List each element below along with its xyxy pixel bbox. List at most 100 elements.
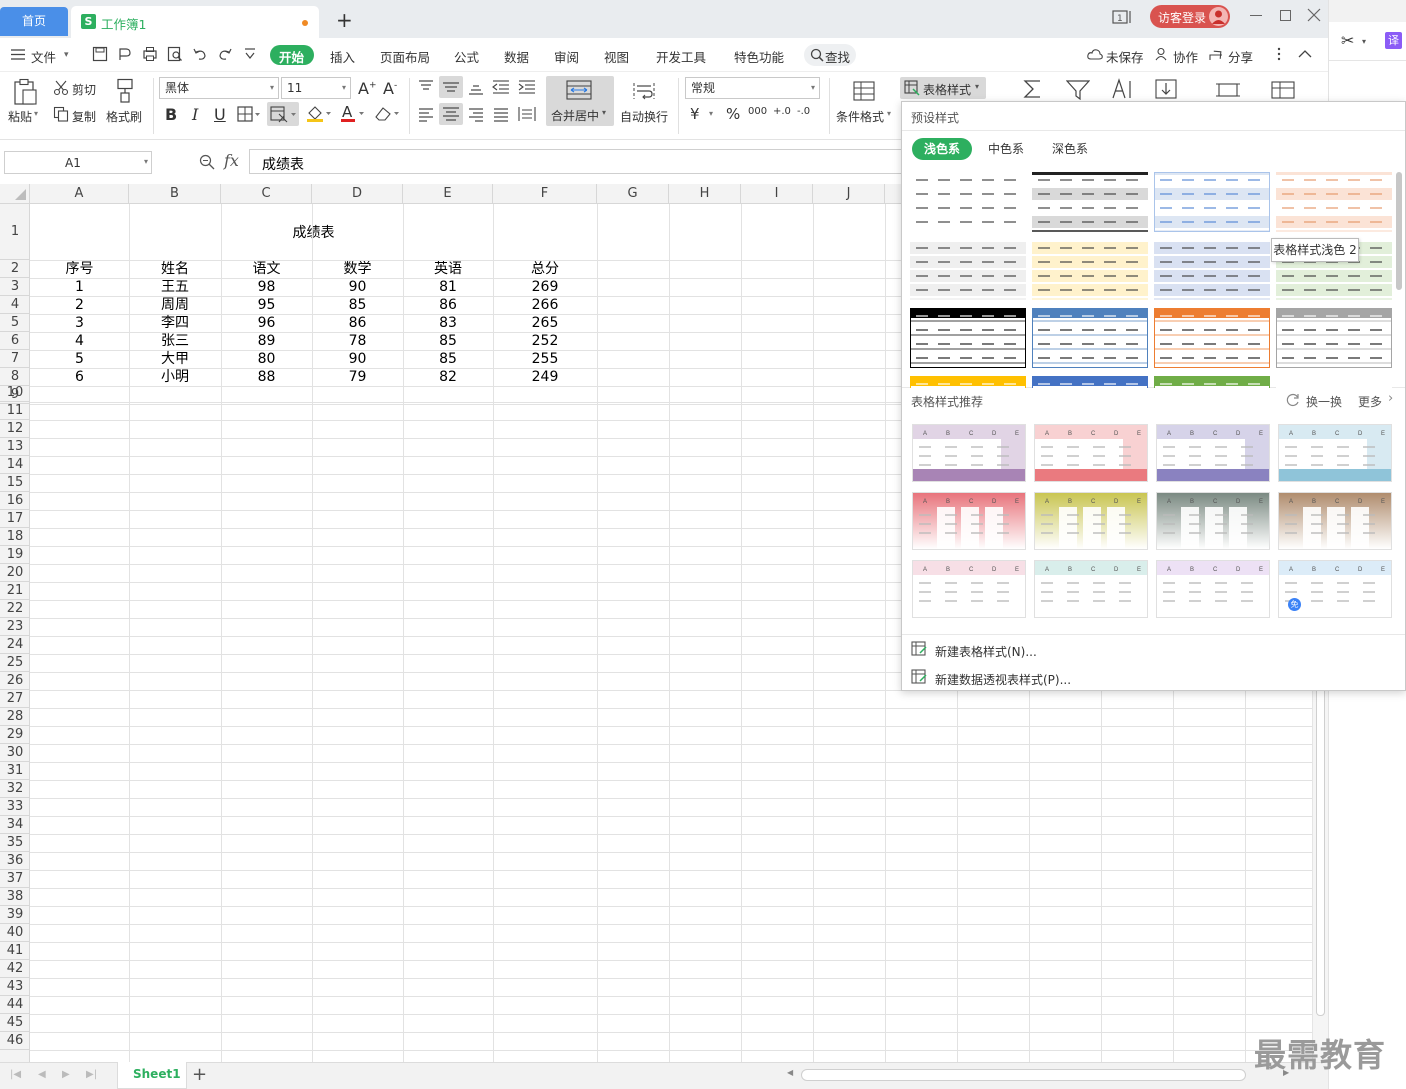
paste-button[interactable]: 粘贴 <box>8 108 32 125</box>
increase-font-icon[interactable]: A+ <box>358 79 377 98</box>
cell-english[interactable]: 85 <box>403 332 493 350</box>
new-table-style-icon[interactable] <box>911 641 927 657</box>
quick-access-more-icon[interactable] <box>244 47 256 61</box>
menu-formulas[interactable]: 公式 <box>454 47 479 66</box>
currency-format-button[interactable]: ¥ <box>690 105 700 123</box>
horizontal-scrollbar[interactable]: ◀ ▶ <box>785 1067 1305 1083</box>
borders-icon[interactable] <box>237 106 261 122</box>
cell-name[interactable]: 张三 <box>129 332 221 350</box>
column-header-b[interactable]: B <box>129 184 221 204</box>
column-header-d[interactable]: D <box>312 184 403 204</box>
row-header[interactable]: 40 <box>0 924 30 942</box>
row-header[interactable]: 5 <box>0 314 30 332</box>
scroll-left-icon[interactable]: ◀ <box>787 1068 793 1077</box>
row-header[interactable]: 4 <box>0 296 30 314</box>
row-header[interactable]: 37 <box>0 870 30 888</box>
document-tab[interactable]: S 工作簿1 <box>71 6 319 38</box>
collaborate-icon[interactable] <box>1155 47 1169 61</box>
add-sheet-button[interactable]: + <box>192 1064 207 1085</box>
preset-scrollbar[interactable] <box>1396 172 1402 290</box>
cell-math[interactable]: 90 <box>312 278 403 296</box>
preset-style-swatch[interactable] <box>910 172 1026 232</box>
increase-decimal-button[interactable]: +.0 <box>773 106 791 117</box>
row-header[interactable]: 14 <box>0 456 30 474</box>
row-header[interactable]: 13 <box>0 438 30 456</box>
preset-style-swatch[interactable] <box>1154 172 1270 232</box>
font-color-icon[interactable]: A <box>340 104 366 123</box>
row-header[interactable]: 24 <box>0 636 30 654</box>
formula-input[interactable]: 成绩表 <box>249 149 909 174</box>
table-style-format-icon[interactable] <box>267 102 299 126</box>
paste-icon[interactable] <box>12 78 38 106</box>
currency-chevron-icon[interactable]: ▾ <box>709 109 713 118</box>
row-header[interactable]: 30 <box>0 744 30 762</box>
copy-icon[interactable] <box>53 106 69 122</box>
row-header[interactable]: 2 <box>0 260 30 278</box>
cell-name[interactable]: 大甲 <box>129 350 221 368</box>
column-header-e[interactable]: E <box>403 184 493 204</box>
preset-style-swatch[interactable] <box>1154 376 1270 388</box>
column-header-h[interactable]: H <box>669 184 741 204</box>
header-cell-english[interactable]: 英语 <box>403 260 493 278</box>
sheet-tab-sheet1[interactable]: Sheet1 <box>117 1062 187 1089</box>
name-box-chevron-icon[interactable]: ▾ <box>144 157 148 166</box>
merge-center-button[interactable]: 合并居中 ▾ <box>546 76 614 126</box>
row-header[interactable]: 10 <box>0 384 30 402</box>
align-middle-icon[interactable] <box>439 76 463 98</box>
cell-math[interactable]: 90 <box>312 350 403 368</box>
wrap-text-icon[interactable] <box>631 80 657 102</box>
file-menu-chevron-icon[interactable]: ▾ <box>64 50 69 60</box>
row-header[interactable]: 23 <box>0 618 30 636</box>
tab-medium-styles[interactable]: 中色系 <box>978 138 1034 160</box>
column-header-a[interactable]: A <box>30 184 129 204</box>
recommended-style-card[interactable]: A B C D E <box>1278 424 1392 482</box>
increase-indent-icon[interactable] <box>518 80 536 94</box>
translate-button[interactable]: 译 <box>1385 32 1402 49</box>
sort-icon[interactable] <box>1110 78 1134 100</box>
decrease-indent-icon[interactable] <box>492 80 510 94</box>
row-header[interactable]: 17 <box>0 510 30 528</box>
menu-page-layout[interactable]: 页面布局 <box>380 47 430 66</box>
row-header[interactable]: 32 <box>0 780 30 798</box>
header-cell-chinese[interactable]: 语文 <box>221 260 312 278</box>
format-cells-icon[interactable] <box>1215 80 1241 100</box>
cell-name[interactable]: 李四 <box>129 314 221 332</box>
row-header[interactable]: 16 <box>0 492 30 510</box>
cell-chinese[interactable]: 88 <box>221 368 312 386</box>
sheet-title-cell[interactable]: 成绩表 <box>30 224 597 242</box>
menu-data[interactable]: 数据 <box>504 47 529 66</box>
recommended-style-card[interactable]: A B C D E <box>1278 492 1392 550</box>
cell-math[interactable]: 85 <box>312 296 403 314</box>
row-header[interactable]: 34 <box>0 816 30 834</box>
recommended-style-card[interactable]: A B C D E <box>1156 492 1270 550</box>
preset-style-swatch[interactable] <box>1032 172 1148 232</box>
cell-english[interactable]: 83 <box>403 314 493 332</box>
tab-dark-styles[interactable]: 深色系 <box>1042 138 1098 160</box>
collapse-ribbon-chevron-up-icon[interactable] <box>1298 49 1312 58</box>
preset-style-swatch[interactable] <box>1154 308 1270 368</box>
cell-name[interactable]: 小明 <box>129 368 221 386</box>
insert-function-fx-icon[interactable]: fx <box>224 151 239 170</box>
cell-name[interactable]: 周周 <box>129 296 221 314</box>
cell-seq[interactable]: 1 <box>30 278 129 296</box>
row-header[interactable]: 3 <box>0 278 30 296</box>
preset-style-swatch[interactable] <box>1032 376 1148 388</box>
cell-chinese[interactable]: 98 <box>221 278 312 296</box>
preset-style-swatch[interactable] <box>1276 376 1392 388</box>
last-sheet-icon[interactable]: ▶| <box>86 1069 97 1080</box>
row-header[interactable]: 45 <box>0 1014 30 1032</box>
more-chevron-right-icon[interactable]: › <box>1388 391 1393 406</box>
cut-button[interactable]: 剪切 <box>72 81 96 98</box>
row-header[interactable]: 44 <box>0 996 30 1014</box>
cell-total[interactable]: 265 <box>493 314 597 332</box>
redo-icon[interactable] <box>217 46 233 62</box>
cell-total[interactable]: 249 <box>493 368 597 386</box>
preset-style-swatch[interactable] <box>1276 172 1392 232</box>
new-table-style-item[interactable]: 新建表格样式(N)... <box>935 643 1037 660</box>
row-header[interactable]: 33 <box>0 798 30 816</box>
preset-style-swatch[interactable] <box>1276 308 1392 368</box>
recommended-style-card[interactable]: A B C D E <box>1034 424 1148 482</box>
refresh-icon[interactable] <box>1286 393 1300 407</box>
next-sheet-icon[interactable]: ▶ <box>62 1069 70 1080</box>
menu-view[interactable]: 视图 <box>604 47 629 66</box>
